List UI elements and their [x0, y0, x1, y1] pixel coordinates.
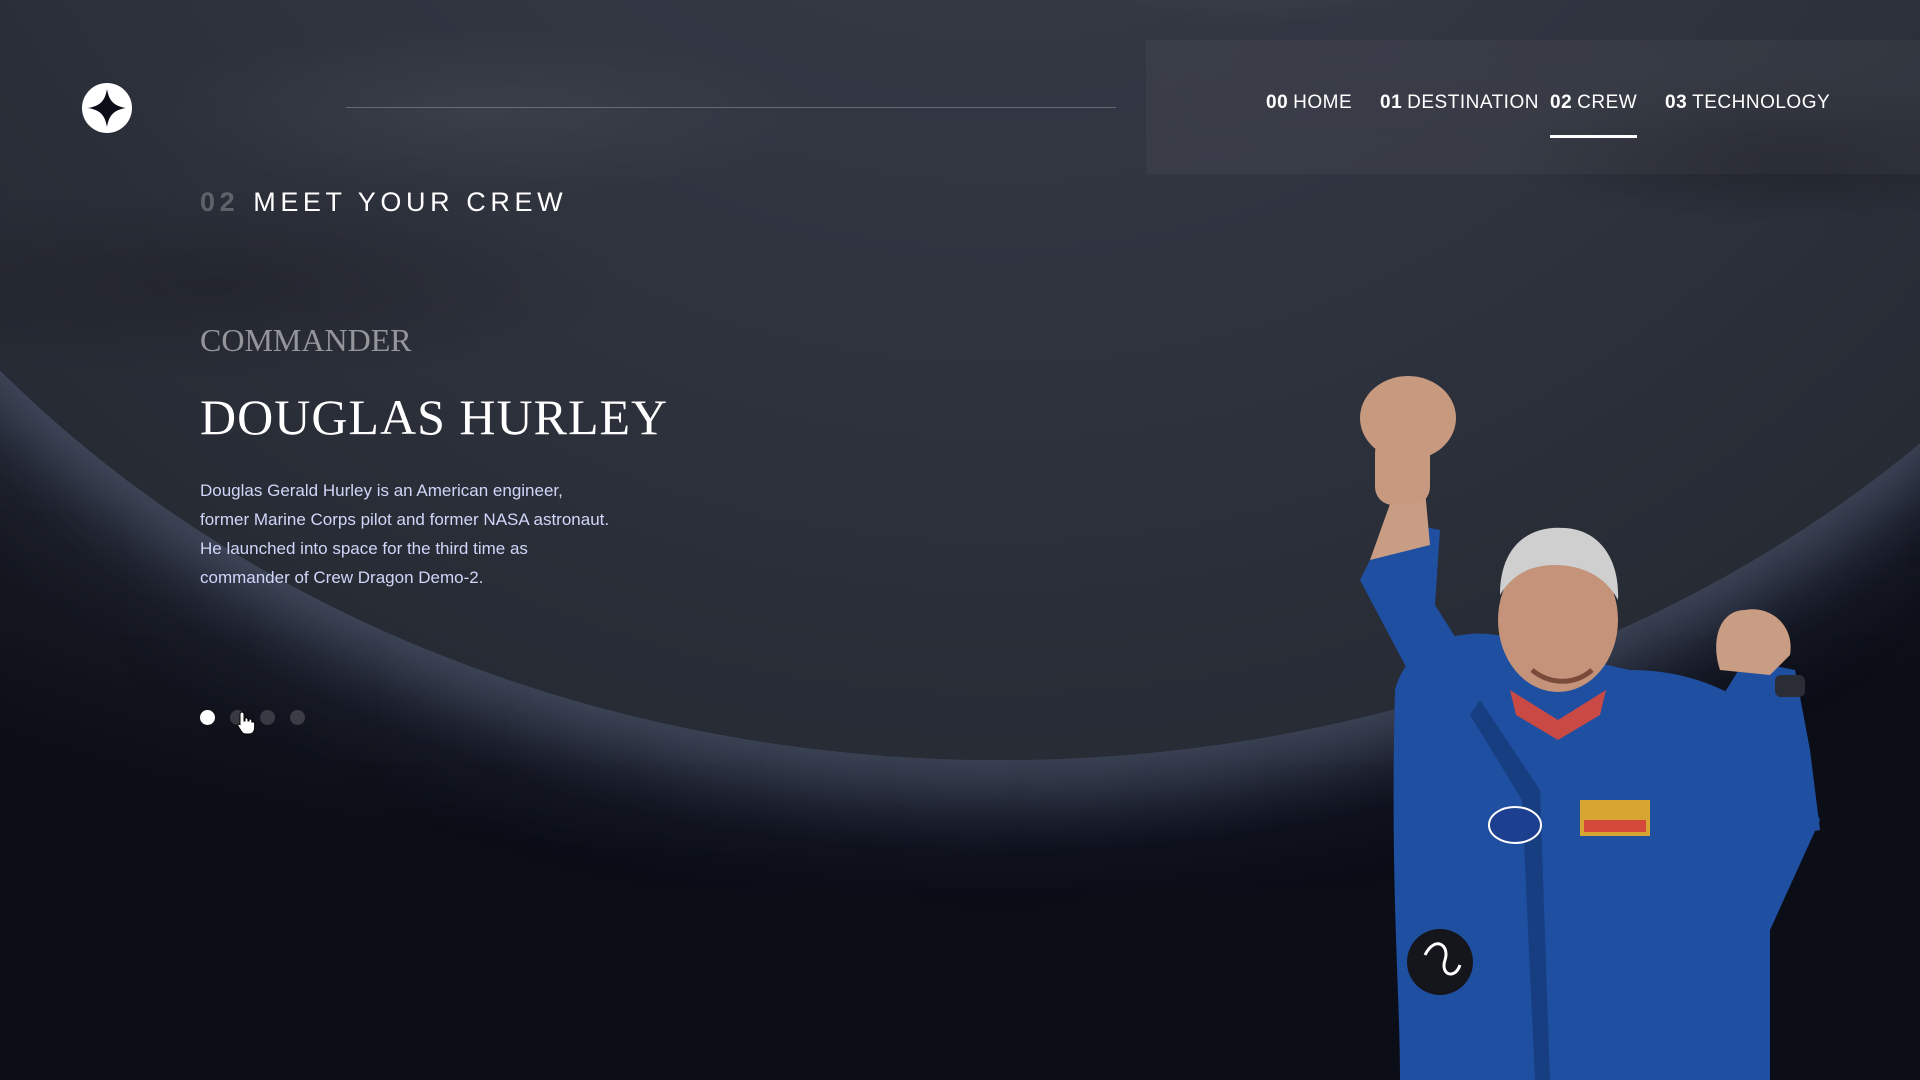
nav-crew-label: CREW [1577, 92, 1638, 113]
crew-dot-3[interactable] [260, 710, 275, 725]
star-logo-icon[interactable] [82, 83, 132, 133]
crew-role: COMMANDER [200, 322, 412, 358]
nav-crew-number: 02 [1550, 92, 1573, 113]
nav-home-number: 00 [1266, 92, 1289, 113]
nav-item-crew[interactable]: 02 CREW [1550, 92, 1638, 138]
crew-page: 00 HOME 01 DESTINATION 02 CREW 03 TECHNOLOGY… [0, 0, 1920, 1080]
page-heading-number: 02 [200, 187, 240, 217]
page-heading-title: MEET YOUR CREW [253, 187, 568, 217]
hand-cursor-icon [237, 711, 256, 735]
crew-member-image [1360, 376, 1820, 1080]
header-divider-line [346, 107, 1116, 108]
crew-name: DOUGLAS HURLEY [200, 389, 669, 445]
main-navigation: 00 HOME 01 DESTINATION 02 CREW 03 TECHNOLOGY [1146, 40, 1920, 174]
crew-dot-4[interactable] [290, 710, 305, 725]
nav-item-technology[interactable]: 03 TECHNOLOGY [1665, 92, 1830, 114]
nav-destination-number: 01 [1380, 92, 1403, 113]
nav-item-home[interactable]: 00 HOME [1266, 92, 1352, 114]
crew-dot-1[interactable] [200, 710, 215, 725]
page-heading: 02 MEET YOUR CREW [200, 187, 567, 218]
crew-bio: Douglas Gerald Hurley is an American eng… [200, 481, 610, 587]
nav-technology-label: TECHNOLOGY [1692, 92, 1831, 113]
nav-technology-number: 03 [1665, 92, 1688, 113]
nav-item-destination[interactable]: 01 DESTINATION [1380, 92, 1539, 114]
nav-home-label: HOME [1293, 92, 1353, 113]
nav-destination-label: DESTINATION [1407, 92, 1539, 113]
